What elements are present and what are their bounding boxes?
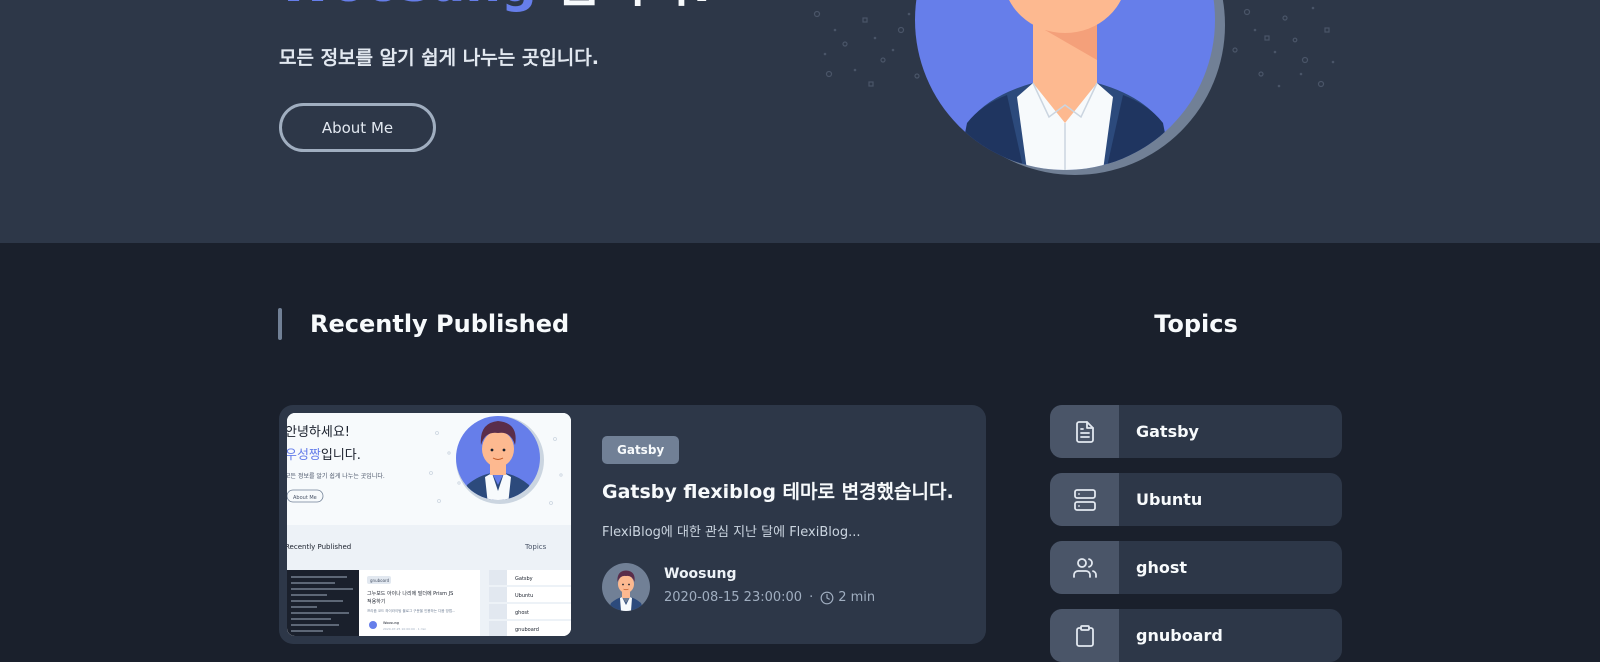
topic-item-ubuntu[interactable]: Ubuntu xyxy=(1050,473,1342,526)
thumb-card-author: Woosung xyxy=(383,621,399,625)
users-icon xyxy=(1050,541,1119,594)
thumb-hero-line1: 안녕하세요! xyxy=(287,425,350,440)
hero-section: Woosung 입니다. 모든 정보를 알기 쉽게 나누는 곳입니다. Abou… xyxy=(0,0,1600,243)
thumb-hero-line2: 우성짱입니다. xyxy=(287,448,361,463)
post-excerpt: FlexiBlog에 대한 관심 지난 달에 FlexiBlog... xyxy=(602,525,861,540)
hero-title-rest: 입니다. xyxy=(554,0,711,13)
clipboard-icon xyxy=(1050,609,1119,662)
section-accent-bar xyxy=(278,308,282,340)
hero-title-highlight: Woosung xyxy=(278,0,537,13)
post-card[interactable]: 안녕하세요! 우성짱입니다. 모든 정보를 알기 쉽게 나누는 곳입니다. Ab… xyxy=(279,405,986,644)
thumb-about-button: About Me xyxy=(293,495,317,501)
thumb-card-tag: gnuboard xyxy=(370,578,390,583)
thumb-card-excerpt: 프리즘 코드 하이라이팅 블로그 구문을 인용하는 다음 방법... xyxy=(367,608,455,613)
thumb-hero-subtitle: 모든 정보를 알기 쉽게 나누는 곳입니다. xyxy=(287,472,385,480)
topic-item-gatsby[interactable]: Gatsby xyxy=(1050,405,1342,458)
thumb-topic-3: ghost xyxy=(515,610,529,616)
thumb-hero-rest: 입니다. xyxy=(321,448,361,463)
thumb-topic-1: Gatsby xyxy=(515,576,533,582)
file-text-icon xyxy=(1050,405,1119,458)
topic-label: Ubuntu xyxy=(1136,490,1203,509)
thumbnail-screenshot: 안녕하세요! 우성짱입니다. 모든 정보를 알기 쉽게 나누는 곳입니다. Ab… xyxy=(287,413,571,636)
hero-subtitle: 모든 정보를 알기 쉽게 나누는 곳입니다. xyxy=(279,47,599,69)
thumb-topic-2: Ubuntu xyxy=(515,593,533,599)
author-avatar[interactable] xyxy=(602,563,650,611)
thumb-card-title-1: 그누보드 아이나 나리에 빌더에 Prism JS xyxy=(367,590,453,597)
thumb-card-title-2: 적용하기 xyxy=(367,598,385,605)
topic-item-gnuboard[interactable]: gnuboard xyxy=(1050,609,1342,662)
thumb-topic-4: gnuboard xyxy=(515,627,539,633)
author-name[interactable]: Woosung xyxy=(664,565,736,583)
thumb-topics-heading: Topics xyxy=(524,543,547,551)
recently-published-heading: Recently Published xyxy=(310,310,570,338)
post-read-time: 2 min xyxy=(838,590,876,605)
hero-title: Woosung 입니다. xyxy=(278,0,711,12)
meta-separator: · xyxy=(809,590,814,605)
topic-label: ghost xyxy=(1136,558,1188,577)
topics-heading: Topics xyxy=(1154,310,1238,338)
post-meta: 2020-08-15 23:00:00 · 2 min xyxy=(664,589,875,607)
topic-label: gnuboard xyxy=(1136,626,1223,645)
post-date: 2020-08-15 23:00:00 xyxy=(664,590,803,605)
post-tag-badge[interactable]: Gatsby xyxy=(602,436,680,464)
server-icon xyxy=(1050,473,1119,526)
post-thumbnail[interactable]: 안녕하세요! 우성짱입니다. 모든 정보를 알기 쉽게 나누는 곳입니다. Ab… xyxy=(287,413,571,636)
hero-avatar-illustration xyxy=(915,0,1225,175)
thumb-hero-highlight: 우성짱 xyxy=(287,448,321,463)
topic-label: Gatsby xyxy=(1136,422,1199,441)
clock-icon xyxy=(820,591,834,605)
thumb-card-meta: 2020-07-25 10:00:00 · 1 min xyxy=(383,627,426,631)
thumb-recent-heading: Recently Published xyxy=(287,543,351,551)
about-me-button[interactable]: About Me xyxy=(279,103,436,152)
post-title[interactable]: Gatsby flexiblog 테마로 변경했습니다. xyxy=(602,478,954,506)
topic-item-ghost[interactable]: ghost xyxy=(1050,541,1342,594)
